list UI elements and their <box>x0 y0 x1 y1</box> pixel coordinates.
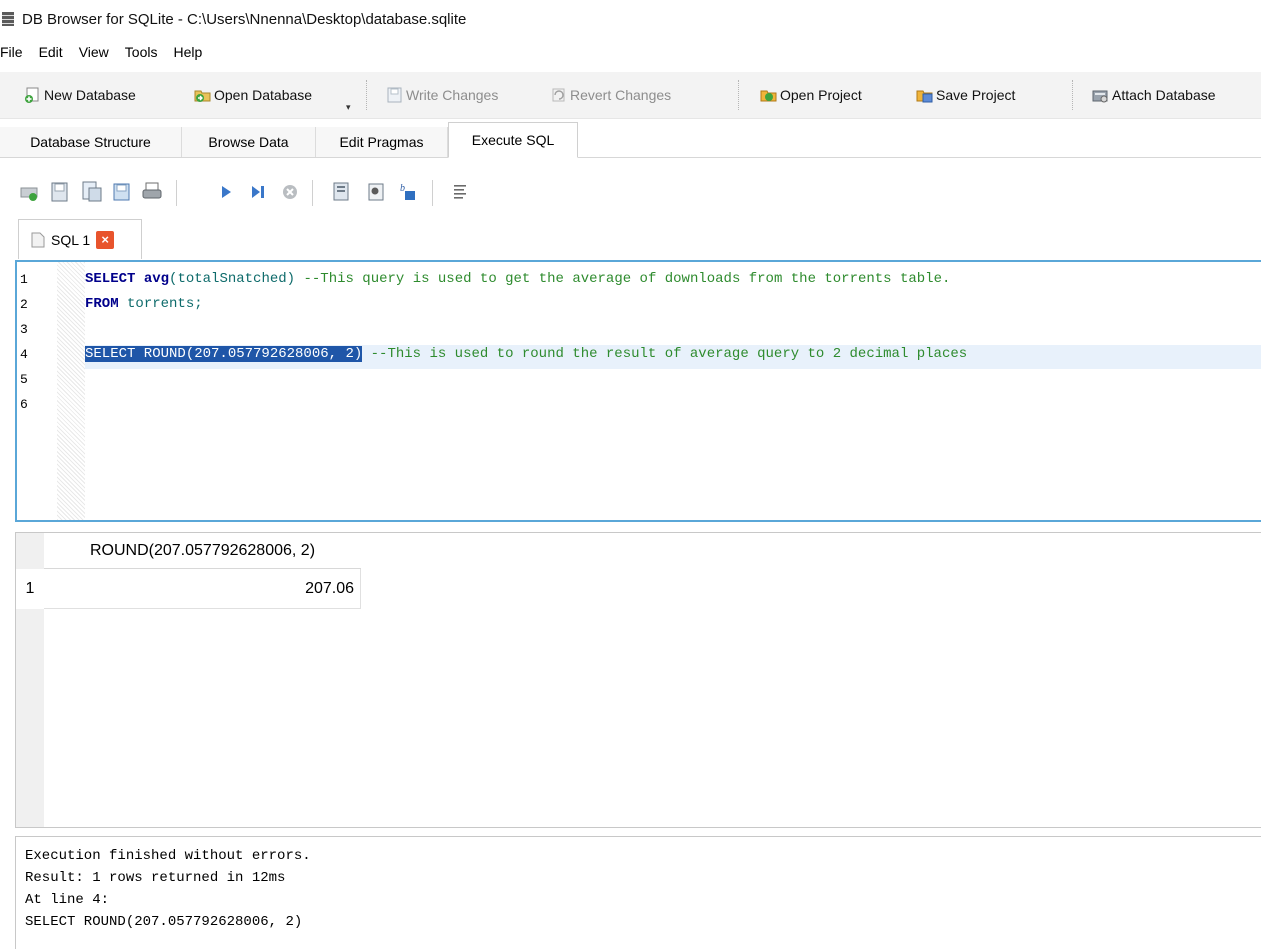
menu-tools[interactable]: Tools <box>124 44 167 60</box>
execution-message-pane: Execution finished without errors. Resul… <box>15 836 1261 949</box>
message-line: Execution finished without errors. <box>25 848 311 864</box>
tab-label: Edit Pragmas <box>339 134 424 150</box>
column-header-label: ROUND(207.057792628006, 2) <box>89 541 316 559</box>
attach-database-button[interactable]: Attach Database <box>1092 84 1216 106</box>
line-number: 3 <box>20 322 28 337</box>
sql-function: avg <box>143 271 170 287</box>
document-icon <box>31 232 45 247</box>
toolbar-separator <box>432 180 433 206</box>
open-project-icon <box>760 90 777 102</box>
toolbar-separator <box>1072 80 1074 110</box>
tab-edit-pragmas[interactable]: Edit Pragmas <box>316 127 448 157</box>
tab-label: Database Structure <box>30 134 151 150</box>
stop-execution-icon[interactable] <box>278 180 302 204</box>
close-tab-icon[interactable]: × <box>96 230 115 249</box>
line-number-gutter: 1 2 3 4 5 6 <box>17 262 57 520</box>
line-number: 1 <box>20 272 28 287</box>
line-number: 6 <box>20 397 28 412</box>
sql-editor[interactable]: 1 2 3 4 5 6 SELECT avg(totalSnatched) --… <box>15 260 1261 522</box>
window-title: DB Browser for SQLite - C:\Users\Nnenna\… <box>22 10 467 28</box>
revert-changes-button[interactable]: Revert Changes <box>550 84 671 106</box>
save-sql-as-icon[interactable] <box>110 180 134 204</box>
sql-table-name: torrents; <box>127 296 203 312</box>
toolbar-separator <box>312 180 313 206</box>
open-tab-icon[interactable] <box>18 180 42 204</box>
column-header[interactable]: ROUND(207.057792628006, 2) <box>44 533 361 569</box>
revert-changes-icon <box>552 88 565 102</box>
find-replace-icon[interactable]: b <box>396 180 420 204</box>
comment-block-icon[interactable] <box>448 180 472 204</box>
save-project-label: Save Project <box>936 87 1016 103</box>
menu-view[interactable]: View <box>78 44 118 60</box>
line-number: 2 <box>20 297 28 312</box>
message-line: SELECT ROUND(207.057792628006, 2) <box>25 914 303 930</box>
menu-help[interactable]: Help <box>172 44 211 60</box>
find-icon[interactable] <box>364 180 388 204</box>
open-sql-file-icon[interactable] <box>48 180 72 204</box>
write-changes-label: Write Changes <box>406 87 499 103</box>
open-database-button[interactable]: Open Database <box>194 84 312 106</box>
tab-execute-sql[interactable]: Execute SQL <box>448 122 578 158</box>
result-cell[interactable]: 207.06 <box>44 569 361 609</box>
open-project-label: Open Project <box>780 87 862 103</box>
title-bar: DB Browser for SQLite - C:\Users\Nnenna\… <box>0 0 1261 38</box>
toolbar-separator <box>366 80 368 110</box>
message-line: At line 4: <box>25 892 110 908</box>
tab-browse-data[interactable]: Browse Data <box>182 127 316 157</box>
main-toolbar: New Database Open Database ▾ Write Chang… <box>0 72 1261 119</box>
open-database-label: Open Database <box>214 87 313 103</box>
sql-keyword: SELECT <box>85 271 136 287</box>
sql-keyword: FROM <box>85 296 119 312</box>
sql-comment: --This is used to round the result of av… <box>370 346 968 362</box>
fold-margin <box>57 262 85 520</box>
database-app-icon <box>2 12 14 26</box>
code-line-2: FROM torrents; <box>85 296 203 312</box>
open-project-button[interactable]: Open Project <box>760 84 862 106</box>
svg-text:b: b <box>400 183 405 194</box>
result-cell-value: 207.06 <box>305 579 354 597</box>
sql-args: (totalSnatched) <box>169 271 296 287</box>
row-number[interactable]: 1 <box>16 569 44 609</box>
menu-edit[interactable]: Edit <box>38 44 72 60</box>
message-line: Result: 1 rows returned in 12ms <box>25 870 286 886</box>
line-number: 4 <box>20 347 28 362</box>
execute-all-icon[interactable] <box>214 180 238 204</box>
code-line-4: SELECT ROUND(207.057792628006, 2) --This… <box>85 346 967 362</box>
results-grid: ROUND(207.057792628006, 2) 1 207.06 <box>15 532 1261 828</box>
code-line-1: SELECT avg(totalSnatched) --This query i… <box>85 271 950 287</box>
sql-comment: --This query is used to get the average … <box>303 271 951 287</box>
revert-changes-label: Revert Changes <box>570 87 672 103</box>
tab-label: Browse Data <box>208 134 289 150</box>
write-changes-button[interactable]: Write Changes <box>386 84 498 106</box>
open-database-dropdown-icon[interactable]: ▾ <box>346 102 351 113</box>
new-database-label: New Database <box>44 87 136 103</box>
menu-file[interactable]: File <box>0 44 32 60</box>
main-tab-bar: Database Structure Browse Data Edit Prag… <box>0 122 1261 158</box>
attach-database-icon <box>1092 90 1108 103</box>
save-project-button[interactable]: Save Project <box>916 84 1015 106</box>
new-database-button[interactable]: New Database <box>24 84 136 106</box>
selected-sql-text: SELECT ROUND(207.057792628006, 2) <box>85 346 363 362</box>
line-number: 5 <box>20 372 28 387</box>
tab-label: Execute SQL <box>471 132 555 148</box>
new-database-icon <box>25 87 39 103</box>
save-results-icon[interactable] <box>330 180 354 204</box>
print-icon[interactable] <box>140 180 164 204</box>
write-changes-icon <box>387 87 402 103</box>
attach-database-label: Attach Database <box>1112 87 1216 103</box>
execute-current-line-icon[interactable] <box>246 180 270 204</box>
sql-editor-tab[interactable]: SQL 1 × <box>18 219 142 259</box>
open-database-icon <box>194 90 211 102</box>
execute-sql-toolbar: b <box>0 172 600 212</box>
toolbar-separator <box>176 180 177 206</box>
sql-tab-label: SQL 1 <box>51 231 91 248</box>
save-sql-file-icon[interactable] <box>80 180 104 204</box>
tab-database-structure[interactable]: Database Structure <box>0 127 182 157</box>
toolbar-separator <box>738 80 740 110</box>
row-number-label: 1 <box>25 580 35 597</box>
save-project-icon <box>916 90 933 103</box>
menu-bar: File Edit View Tools Help <box>0 38 217 66</box>
